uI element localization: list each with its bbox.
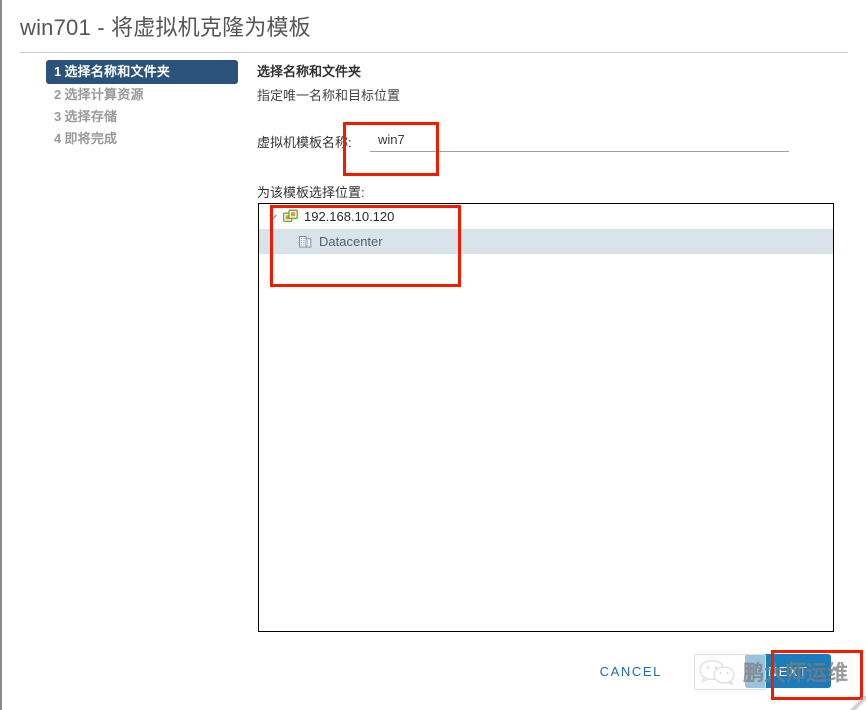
step-number: 3 <box>54 109 62 124</box>
location-tree[interactable]: 192.168.10.120 Datacenter <box>258 203 834 632</box>
datacenter-icon <box>297 234 313 250</box>
page-title: win701 - 将虚拟机克隆为模板 <box>20 15 311 40</box>
host-icon <box>282 209 298 225</box>
wizard-footer: CANCEL NEXT <box>257 648 848 692</box>
wizard-header: win701 - 将虚拟机克隆为模板 <box>20 12 848 54</box>
template-name-row: 虚拟机模板名称: <box>257 130 847 156</box>
step-label: 即将完成 <box>64 131 118 146</box>
sidebar-item-select-compute-resource[interactable]: 2 选择计算资源 <box>46 84 246 106</box>
sidebar-item-select-storage[interactable]: 3 选择存储 <box>46 106 246 128</box>
clone-vm-to-template-wizard: win701 - 将虚拟机克隆为模板 1 选择名称和文件夹 2 选择计算资源 3 选择… <box>0 0 866 710</box>
step-number: 1 <box>54 64 62 79</box>
sidebar-item-select-name-folder[interactable]: 1 选择名称和文件夹 <box>46 60 238 84</box>
panel-header: 选择名称和文件夹 指定唯一名称和目标位置 <box>257 62 847 106</box>
tree-row[interactable]: Datacenter <box>259 229 833 254</box>
tree-row-label: 192.168.10.120 <box>304 209 395 224</box>
chevron-down-icon[interactable] <box>266 210 280 224</box>
tree-row[interactable]: 192.168.10.120 <box>259 204 833 229</box>
panel-subheading: 指定唯一名称和目标位置 <box>257 88 401 103</box>
panel-heading: 选择名称和文件夹 <box>257 64 362 79</box>
next-button[interactable]: NEXT <box>745 654 831 688</box>
corner-artifact <box>850 696 866 710</box>
tree-row-label: Datacenter <box>319 234 383 249</box>
step-label: 选择名称和文件夹 <box>64 64 171 79</box>
tree-section-label: 为该模板选择位置: <box>257 185 365 200</box>
wizard-step-list: 1 选择名称和文件夹 2 选择计算资源 3 选择存储 4 即将完成 <box>46 60 246 150</box>
template-name-input[interactable] <box>370 130 789 152</box>
template-name-label: 虚拟机模板名称: <box>257 135 352 150</box>
step-number: 4 <box>54 131 62 146</box>
header-divider <box>20 52 848 53</box>
step-number: 2 <box>54 87 62 102</box>
cancel-button[interactable]: CANCEL <box>598 660 664 683</box>
sidebar-item-ready-to-complete[interactable]: 4 即将完成 <box>46 128 246 150</box>
step-label: 选择计算资源 <box>64 87 144 102</box>
step-label: 选择存储 <box>64 109 118 124</box>
